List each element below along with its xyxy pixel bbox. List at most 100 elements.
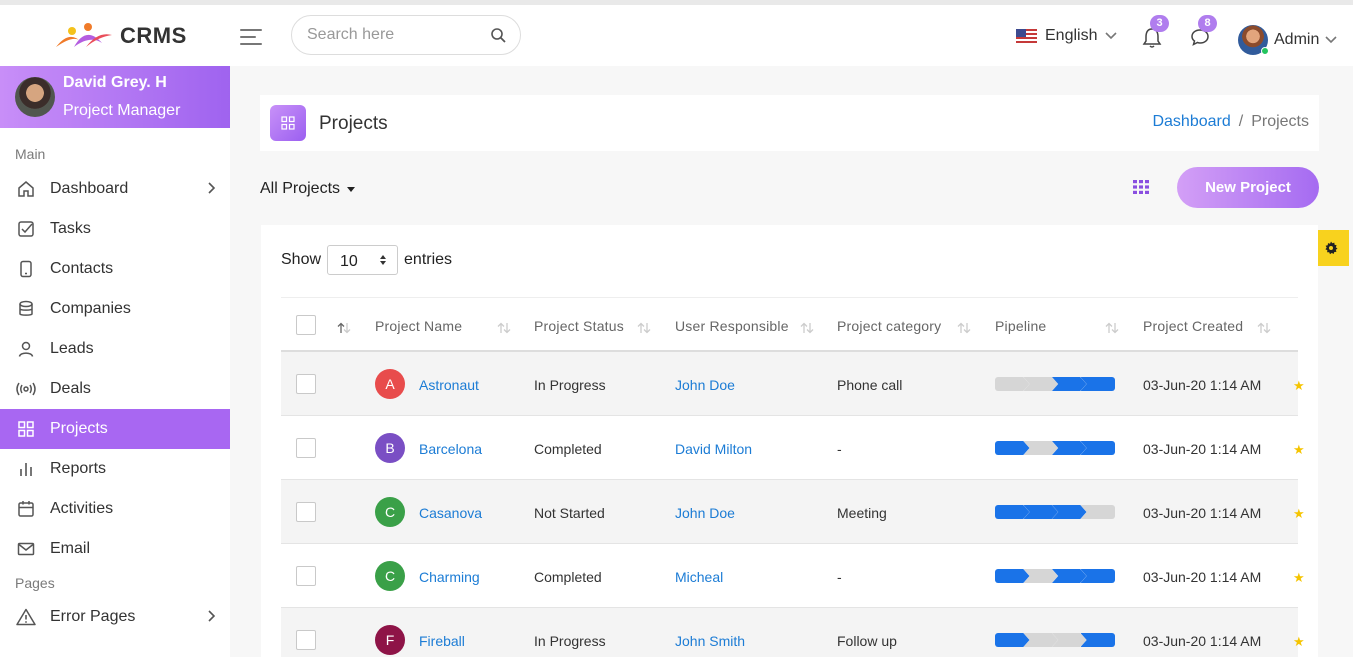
row-checkbox[interactable] <box>296 502 316 522</box>
sidebar-item-label: Leads <box>50 340 94 357</box>
entries-length-control: Show 10 entries <box>281 245 452 275</box>
sidebar-item-label: Contacts <box>50 260 114 277</box>
entries-select[interactable]: 10 <box>327 245 399 275</box>
star-icon[interactable]: ★ <box>1293 442 1305 458</box>
project-avatar: B <box>375 433 405 463</box>
project-created-date: 03-Jun-20 1:14 AM <box>1143 633 1262 649</box>
column-header-pipeline[interactable]: Pipeline <box>995 318 1046 334</box>
grid-view-icon[interactable] <box>1133 180 1149 194</box>
search-input[interactable] <box>307 26 487 44</box>
mail-icon <box>16 539 36 559</box>
project-status: Not Started <box>534 505 605 521</box>
sidebar-item-contacts[interactable]: Contacts <box>0 249 230 289</box>
sidebar-item-tasks[interactable]: Tasks <box>0 209 230 249</box>
breadcrumb-separator: / <box>1238 113 1244 130</box>
user-menu[interactable]: Admin <box>1238 25 1337 55</box>
table-row[interactable]: F Fireball In Progress John Smith Follow… <box>281 608 1305 657</box>
project-name-link[interactable]: Barcelona <box>419 441 482 457</box>
star-icon[interactable]: ★ <box>1293 570 1305 586</box>
table-row[interactable]: A Astronaut In Progress John Doe Phone c… <box>281 352 1305 416</box>
sort-icon[interactable] <box>957 322 971 334</box>
project-name-link[interactable]: Casanova <box>419 505 482 521</box>
new-project-button[interactable]: New Project <box>1177 167 1319 208</box>
column-header-user-responsible[interactable]: User Responsible <box>675 318 789 334</box>
sidebar-item-deals[interactable]: Deals <box>0 369 230 409</box>
column-header-project-created[interactable]: Project Created <box>1143 318 1243 334</box>
sidebar-item-activities[interactable]: Activities <box>0 489 230 529</box>
project-status: Completed <box>534 569 602 585</box>
theme-settings-button[interactable] <box>1313 230 1349 266</box>
sort-icon[interactable] <box>1105 322 1119 334</box>
sidebar-item-label: Dashboard <box>50 180 129 197</box>
profile-card[interactable]: David Grey. H Project Manager <box>0 66 230 128</box>
star-icon[interactable]: ★ <box>1293 378 1305 394</box>
us-flag-icon <box>1016 29 1037 43</box>
all-projects-dropdown[interactable]: All Projects <box>260 180 356 198</box>
user-name: Admin <box>1274 31 1320 48</box>
column-header-project-status[interactable]: Project Status <box>534 318 624 334</box>
sidebar-item-label: Activities <box>50 500 114 517</box>
sidebar: David Grey. H Project Manager Main Dashb… <box>0 66 230 657</box>
user-responsible-link[interactable]: David Milton <box>675 441 752 457</box>
row-checkbox[interactable] <box>296 374 316 394</box>
project-created-date: 03-Jun-20 1:14 AM <box>1143 441 1262 457</box>
sort-icon[interactable] <box>497 322 511 334</box>
row-checkbox[interactable] <box>296 438 316 458</box>
user-responsible-link[interactable]: John Doe <box>675 505 735 521</box>
checkbox-icon <box>16 219 36 239</box>
row-checkbox[interactable] <box>296 566 316 586</box>
sidebar-item-label: Deals <box>50 380 91 397</box>
user-icon <box>16 339 36 359</box>
user-responsible-link[interactable]: John Doe <box>675 377 735 393</box>
language-selector[interactable]: English <box>1016 27 1118 45</box>
profile-name: David Grey. H <box>63 74 167 91</box>
row-checkbox[interactable] <box>296 630 316 650</box>
project-created-date: 03-Jun-20 1:14 AM <box>1143 377 1262 393</box>
column-header-project-category[interactable]: Project category <box>837 318 941 334</box>
breadcrumb: Dashboard / Projects <box>1152 113 1309 131</box>
sidebar-item-projects[interactable]: Projects <box>0 409 230 449</box>
sidebar-item-leads[interactable]: Leads <box>0 329 230 369</box>
star-icon[interactable]: ★ <box>1293 506 1305 522</box>
table-row[interactable]: C Charming Completed Micheal - 03-Jun-20… <box>281 544 1305 608</box>
sidebar-item-error-pages[interactable]: Error Pages <box>0 597 230 637</box>
project-name-link[interactable]: Charming <box>419 569 480 585</box>
table-row[interactable]: C Casanova Not Started John Doe Meeting … <box>281 480 1305 544</box>
chevron-right-icon <box>208 182 216 194</box>
user-responsible-link[interactable]: John Smith <box>675 633 745 649</box>
messages-button[interactable]: 8 <box>1190 15 1217 51</box>
project-name-link[interactable]: Astronaut <box>419 377 479 393</box>
user-responsible-link[interactable]: Micheal <box>675 569 723 585</box>
select-all-checkbox[interactable] <box>296 315 316 335</box>
star-icon[interactable]: ★ <box>1293 634 1305 650</box>
table-header-row: Project Name Project Status User Respons… <box>281 297 1298 352</box>
grid-icon <box>16 419 36 439</box>
app-logo[interactable]: CRMS <box>52 19 187 53</box>
select-arrows-icon <box>380 255 387 265</box>
projects-table-card: Show 10 entries Project Name Project Sta… <box>261 225 1318 657</box>
menu-toggle-icon[interactable] <box>240 29 262 47</box>
sidebar-item-dashboard[interactable]: Dashboard <box>0 169 230 209</box>
project-category: - <box>837 569 842 585</box>
sidebar-item-reports[interactable]: Reports <box>0 449 230 489</box>
pipeline-progress <box>995 633 1115 647</box>
pipeline-stage-pending <box>995 377 1030 391</box>
sidebar-item-companies[interactable]: Companies <box>0 289 230 329</box>
sort-icon[interactable] <box>337 322 351 334</box>
search-icon[interactable] <box>490 27 506 43</box>
notification-count-badge: 3 <box>1150 15 1169 32</box>
calendar-icon <box>16 499 36 519</box>
table-row[interactable]: B Barcelona Completed David Milton - 03-… <box>281 416 1305 480</box>
column-header-project-name[interactable]: Project Name <box>375 318 462 334</box>
show-label: Show <box>281 251 322 268</box>
breadcrumb-dashboard-link[interactable]: Dashboard <box>1152 113 1230 131</box>
project-category: Meeting <box>837 505 887 521</box>
notifications-button[interactable]: 3 <box>1142 15 1169 51</box>
sort-icon[interactable] <box>800 322 814 334</box>
sidebar-item-email[interactable]: Email <box>0 529 230 569</box>
sort-icon[interactable] <box>637 322 651 334</box>
project-name-link[interactable]: Fireball <box>419 633 465 649</box>
phone-icon <box>16 259 36 279</box>
sort-icon[interactable] <box>1257 322 1271 334</box>
project-created-date: 03-Jun-20 1:14 AM <box>1143 505 1262 521</box>
